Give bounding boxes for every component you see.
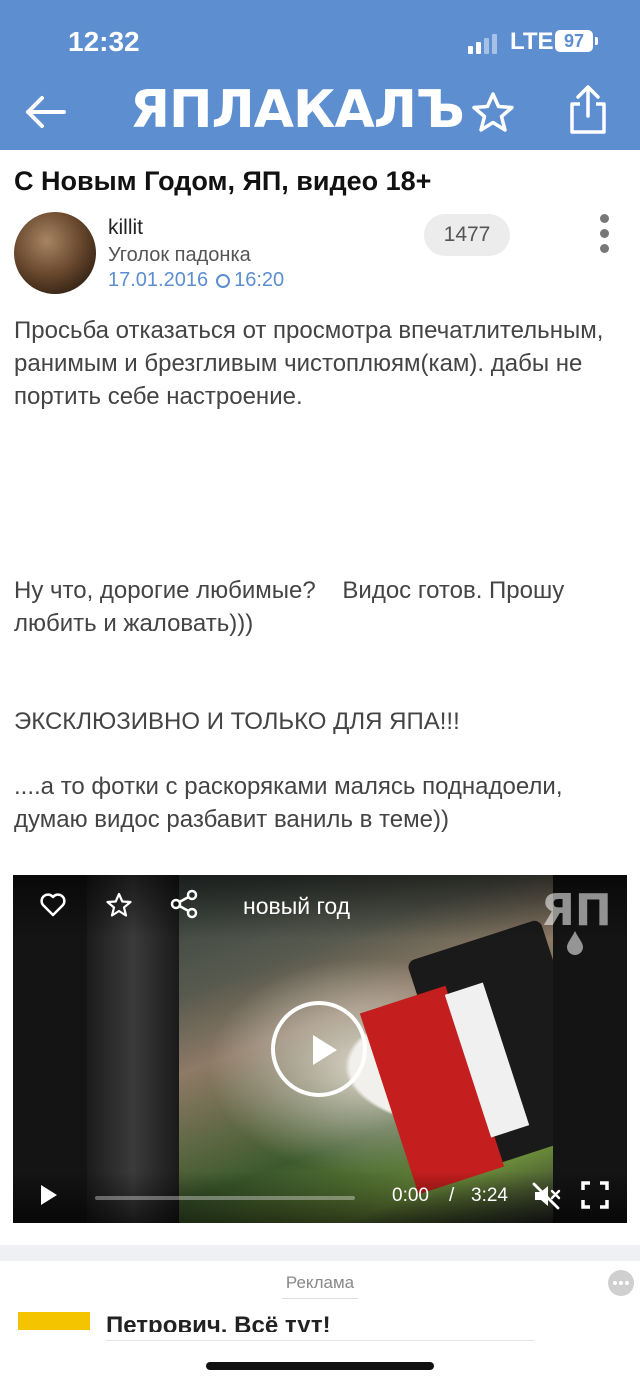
post-paragraph: Просьба отказаться от просмотра впечатли… — [14, 317, 604, 410]
clock-icon — [216, 274, 231, 288]
author-avatar[interactable] — [14, 212, 96, 294]
play-icon[interactable] — [39, 1185, 57, 1205]
ad-thumbnail[interactable] — [18, 1312, 90, 1330]
video-duration: 3:24 — [471, 1185, 508, 1206]
more-options-icon[interactable] — [596, 214, 612, 256]
site-logo[interactable]: ЯПЛАКАЛЪ — [130, 80, 465, 140]
back-arrow-icon[interactable] — [22, 92, 68, 132]
heart-icon[interactable] — [39, 891, 67, 919]
play-button-large[interactable] — [271, 1001, 367, 1097]
drop-icon — [567, 931, 583, 955]
share-icon[interactable] — [566, 84, 610, 136]
post-section[interactable]: Уголок падонка — [108, 244, 251, 267]
battery-tip — [595, 37, 598, 45]
section-divider — [0, 1245, 640, 1261]
video-progress-bar[interactable] — [95, 1196, 355, 1200]
ad-more-icon[interactable] — [608, 1270, 634, 1296]
mute-icon[interactable] — [531, 1181, 561, 1211]
video-watermark-logo: ЯП — [541, 885, 617, 955]
post-date: 17.01.2016 — [108, 269, 209, 291]
ad-label: Реклама — [285, 1273, 355, 1292]
post-datetime: 17.01.2016 16:20 — [108, 269, 284, 292]
video-controls: 0:00 / 3:24 — [13, 1171, 627, 1223]
post-paragraph: ....а то фотки с раскоряками малясь подн… — [14, 773, 563, 833]
logo-text: ЯПЛАКАЛЪ — [130, 80, 465, 140]
post-paragraph: ЭКСКЛЮЗИВНО И ТОЛЬКО ДЛЯ ЯПА!!! — [14, 708, 460, 735]
ad-label-underline — [282, 1298, 358, 1299]
home-indicator[interactable] — [206, 1362, 434, 1370]
status-time: 12:32 — [68, 26, 140, 57]
rating-counter[interactable]: 1477 — [424, 214, 510, 256]
video-current-time: 0:00 — [392, 1185, 429, 1206]
star-icon[interactable] — [105, 891, 133, 919]
post-title: С Новым Годом, ЯП, видео 18+ — [14, 166, 432, 196]
ad-divider — [106, 1340, 534, 1341]
post-time: 16:20 — [234, 269, 285, 291]
star-icon[interactable] — [470, 90, 516, 136]
author-name[interactable]: killit — [108, 216, 143, 240]
battery-icon: 97 — [555, 30, 593, 52]
video-title: новый год — [243, 893, 351, 919]
video-player[interactable]: новый год ЯП 0:00 / 3:24 — [13, 875, 627, 1223]
post-paragraph: Ну что, дорогие любимые? Видос готов. Пр… — [14, 577, 571, 637]
video-time-separator: / — [449, 1185, 455, 1206]
signal-icon — [468, 34, 497, 54]
fullscreen-icon[interactable] — [581, 1181, 609, 1209]
ad-title[interactable]: Петрович. Всё тут! — [106, 1312, 331, 1332]
top-bar: 12:32 LTE 97 ЯПЛАКАЛЪ — [0, 0, 640, 150]
network-label: LTE — [510, 28, 554, 55]
share-nodes-icon[interactable] — [169, 889, 199, 919]
